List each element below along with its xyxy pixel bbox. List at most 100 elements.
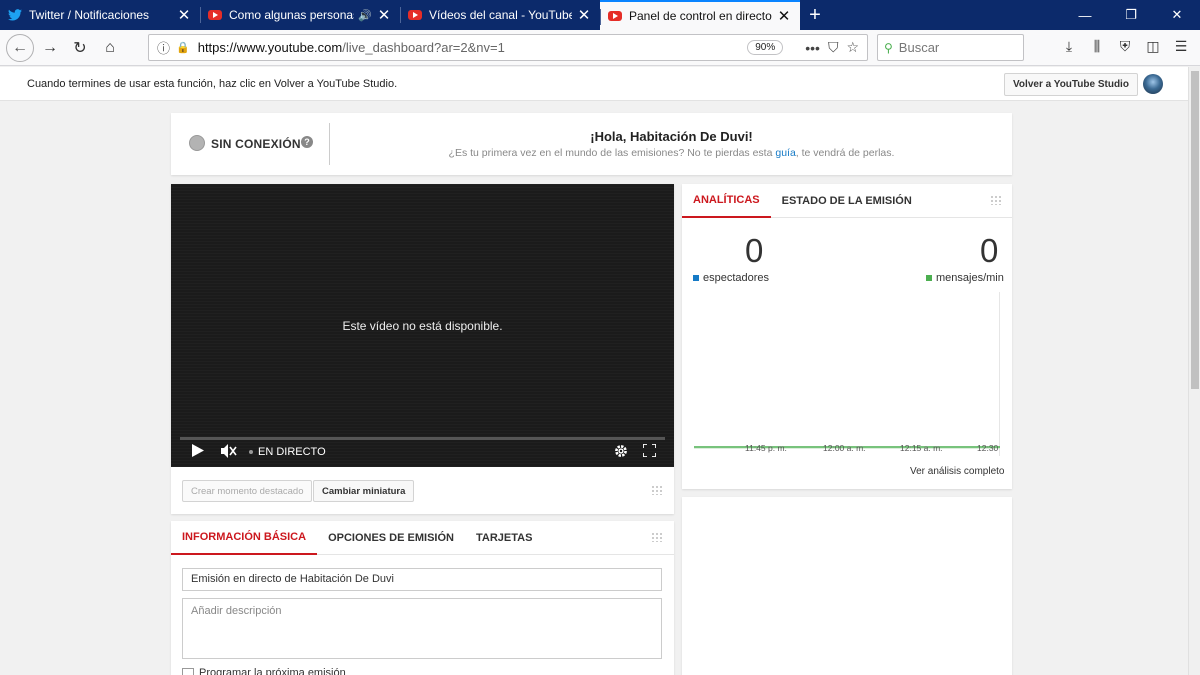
description-textarea[interactable]: Añadir descripción (182, 598, 662, 659)
messages-count: 0 (980, 232, 999, 269)
downloads-icon[interactable]: ⤓ (1055, 38, 1083, 55)
library-icon[interactable]: ⫼ (1083, 38, 1111, 55)
youtube-icon (408, 8, 422, 22)
close-tab-icon[interactable]: ✕ (776, 7, 792, 25)
messages-legend: mensajes/min (926, 272, 1004, 284)
browser-tab-video[interactable]: Como algunas personas pre 🔊 ✕ (200, 0, 400, 30)
fullscreen-icon[interactable] (642, 443, 657, 460)
tab-cards[interactable]: TARJETAS (465, 521, 543, 555)
reload-icon[interactable]: ↻ (66, 34, 94, 62)
youtube-icon (208, 8, 222, 22)
tab-basic-info[interactable]: INFORMACIÓN BÁSICA (171, 521, 318, 555)
avatar[interactable] (1143, 74, 1163, 94)
drag-handle-icon[interactable] (990, 195, 1002, 205)
greeting-title: ¡Hola, Habitación De Duvi! (590, 129, 753, 144)
analytics-tabs: ANALÍTICAS ESTADO DE LA EMISIÓN (682, 184, 1012, 218)
live-label: EN DIRECTO (249, 446, 326, 458)
progress-bar[interactable] (180, 437, 665, 440)
gear-icon[interactable] (614, 444, 628, 461)
time-tick: 12:30 (977, 443, 999, 453)
video-player[interactable]: Este vídeo no está disponible. EN DIRECT… (171, 184, 674, 467)
home-icon[interactable]: ⌂ (96, 34, 124, 62)
menu-icon[interactable]: ☰ (1167, 38, 1195, 55)
live-label-text: EN DIRECTO (258, 446, 326, 458)
stream-status-card: SIN CONEXIÓN ? ¡Hola, Habitación De Duvi… (171, 113, 1012, 175)
viewers-label: espectadores (703, 272, 770, 284)
time-tick: 11:45 p. m. (745, 443, 787, 453)
full-analytics-link[interactable]: Ver análisis completo (910, 466, 1005, 477)
speaker-icon[interactable]: 🔊 (358, 9, 372, 22)
lock-icon[interactable]: 🔒 (176, 41, 190, 54)
schedule-label: Programar la próxima emisión (199, 667, 346, 675)
search-icon: ⚲ (884, 40, 893, 55)
window-controls: — ❐ ✕ (1062, 0, 1200, 30)
zoom-level-badge[interactable]: 90% (747, 40, 784, 55)
search-placeholder: Buscar (898, 40, 940, 55)
page-content: Cuando termines de usar esta función, ha… (0, 67, 1188, 675)
divider (329, 123, 330, 165)
notice-text: Cuando termines de usar esta función, ha… (27, 77, 398, 90)
bookmark-star-icon[interactable]: ☆ (846, 39, 859, 56)
back-arrow-icon[interactable]: ← (6, 33, 34, 62)
video-unavailable-message: Este vídeo no está disponible. (342, 319, 503, 333)
messages-label: mensajes/min (936, 272, 1004, 284)
viewers-swatch (693, 275, 699, 281)
stream-info-card: INFORMACIÓN BÁSICA OPCIONES DE EMISIÓN T… (171, 521, 674, 675)
status-label: SIN CONEXIÓN (211, 137, 301, 151)
pocket-icon[interactable]: ⛉ (828, 39, 839, 56)
video-player-card: Este vídeo no está disponible. EN DIRECT… (171, 184, 674, 514)
stream-title-input[interactable]: Emisión en directo de Habitación De Duvi (182, 568, 662, 591)
minimize-icon[interactable]: — (1062, 0, 1108, 30)
live-dot (249, 450, 253, 455)
browser-tab-live-dashboard[interactable]: Panel de control en directo - Yo ✕ (600, 0, 800, 30)
page-scrollbar[interactable] (1188, 67, 1200, 675)
time-tick: 12:00 a. m. (823, 443, 866, 453)
guide-link[interactable]: guía (775, 147, 795, 159)
muted-speaker-icon[interactable] (221, 444, 237, 461)
close-tab-icon[interactable]: ✕ (376, 6, 392, 24)
browser-tab-channel-videos[interactable]: Vídeos del canal - YouTube Stu ✕ (400, 0, 600, 30)
url-bar[interactable]: ⓘ 🔒 https://www.youtube.com/live_dashboa… (148, 34, 868, 61)
drag-handle-icon[interactable] (651, 485, 663, 495)
viewers-count: 0 (745, 232, 764, 269)
page-actions-icon[interactable]: ••• (805, 40, 820, 56)
play-icon[interactable] (192, 444, 204, 460)
schedule-checkbox[interactable] (182, 668, 194, 675)
tab-title: Vídeos del canal - YouTube Stu (429, 8, 572, 22)
change-thumbnail-button[interactable]: Cambiar miniatura (313, 480, 415, 502)
help-icon[interactable]: ? (301, 136, 313, 148)
info-icon[interactable]: ⓘ (157, 38, 170, 57)
close-window-icon[interactable]: ✕ (1154, 0, 1200, 30)
analytics-card: ANALÍTICAS ESTADO DE LA EMISIÓN 0 espect… (682, 184, 1012, 489)
close-tab-icon[interactable]: ✕ (576, 6, 592, 24)
browser-tab-strip: Twitter / Notificaciones ✕ Como algunas … (0, 0, 1200, 30)
create-highlight-button[interactable]: Crear momento destacado (182, 480, 313, 502)
drag-handle-icon[interactable] (651, 532, 663, 542)
extension-shield-icon[interactable]: ⛨ (1111, 38, 1139, 55)
viewers-legend: espectadores (693, 272, 769, 284)
search-input[interactable]: ⚲ Buscar (877, 34, 1024, 61)
new-tab-button[interactable]: + (800, 0, 830, 30)
analytics-chart (694, 292, 1000, 456)
subtitle-text-end: , te vendrá de perlas. (795, 147, 895, 159)
tab-stream-options[interactable]: OPCIONES DE EMISIÓN (317, 521, 465, 555)
url-text[interactable]: https://www.youtube.com/live_dashboard?a… (198, 40, 747, 55)
subtitle-text: ¿Es tu primera vez en el mundo de las em… (448, 147, 776, 159)
offline-status-indicator (189, 135, 205, 151)
return-to-studio-button[interactable]: Volver a YouTube Studio (1004, 73, 1138, 96)
tab-analytics[interactable]: ANALÍTICAS (682, 184, 771, 218)
restore-icon[interactable]: ❐ (1108, 0, 1154, 30)
studio-notice-bar: Cuando termines de usar esta función, ha… (0, 67, 1188, 101)
sidebar-icon[interactable]: ◫ (1139, 38, 1167, 55)
forward-arrow-icon[interactable]: → (36, 34, 64, 62)
time-tick: 12:15 a. m. (900, 443, 943, 453)
tab-title: Twitter / Notificaciones (29, 8, 150, 22)
tab-title: Como algunas personas pre (229, 8, 355, 22)
browser-toolbar: ⤓ ⫼ ⛨ ◫ ☰ (1055, 38, 1195, 55)
scrollbar-thumb[interactable] (1191, 71, 1199, 389)
tab-stream-status[interactable]: ESTADO DE LA EMISIÓN (771, 184, 923, 218)
browser-navigation-bar: ← → ↻ ⌂ ⓘ 🔒 https://www.youtube.com/live… (0, 30, 1200, 66)
browser-tab-twitter[interactable]: Twitter / Notificaciones ✕ (0, 0, 200, 30)
close-tab-icon[interactable]: ✕ (176, 6, 192, 24)
empty-panel (682, 497, 1012, 675)
